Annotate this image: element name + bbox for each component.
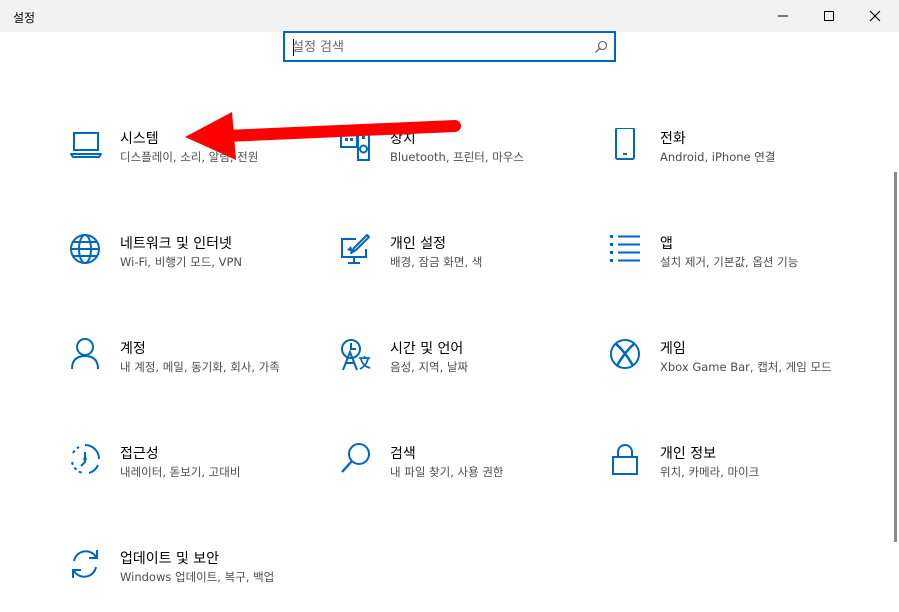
minimize-icon [778,15,788,17]
globe-icon [70,234,100,264]
sync-icon [72,550,98,578]
category-description: Xbox Game Bar, 캡처, 게임 모드 [660,360,832,374]
category-accounts[interactable]: 계정 내 계정, 메일, 동기화, 회사, 가족 [70,338,310,400]
lock-icon [612,444,638,475]
category-description: 내레이터, 돋보기, 고대비 [120,465,241,479]
category-description: 설치 제거, 기본값, 옵션 기능 [660,255,799,269]
xbox-icon [610,339,640,369]
category-apps[interactable]: 앱 설치 제거, 기본값, 옵션 기능 [610,233,850,295]
person-icon [71,338,99,370]
category-description: Bluetooth, 프린터, 마우스 [390,150,524,164]
search-icon[interactable] [594,40,608,54]
category-name: 장치 [390,131,416,147]
category-privacy[interactable]: 개인 정보 위치, 카메라, 마이크 [610,443,850,505]
category-gaming[interactable]: 게임 Xbox Game Bar, 캡처, 게임 모드 [610,338,850,400]
search-box[interactable] [283,31,616,62]
maximize-button[interactable] [806,0,852,32]
apps-list-icon [610,235,640,262]
category-name: 개인 설정 [390,236,446,252]
category-search[interactable]: 검색 내 파일 찾기, 사용 권한 [340,443,580,505]
accessibility-icon [71,444,100,474]
maximize-icon [824,11,834,21]
category-name: 시간 및 언어 [390,341,464,357]
category-description: Wi-Fi, 비행기 모드, VPN [120,255,243,269]
category-name: 시스템 [120,131,159,147]
title-bar: 설정 [0,0,899,32]
category-system[interactable]: 시스템 디스플레이, 소리, 알림, 전원 [70,128,310,190]
category-network[interactable]: 네트워크 및 인터넷 Wi-Fi, 비행기 모드, VPN [70,233,310,295]
category-name: 계정 [120,341,146,357]
window-title: 설정 [13,11,36,25]
category-name: 네트워크 및 인터넷 [120,236,232,252]
category-accessibility[interactable]: 접근성 내레이터, 돋보기, 고대비 [70,443,310,505]
category-description: 내 파일 찾기, 사용 권한 [390,465,504,479]
magnifier-icon [341,443,370,473]
personalization-icon [341,234,370,264]
category-name: 업데이트 및 보안 [120,551,220,567]
category-description: 내 계정, 메일, 동기화, 회사, 가족 [120,360,280,374]
category-personalization[interactable]: 개인 설정 배경, 잠금 화면, 색 [340,233,580,295]
annotation-arrow [185,112,461,160]
scrollbar[interactable] [894,172,897,542]
phone-icon [615,128,635,160]
category-name: 게임 [660,341,686,357]
category-description: 디스플레이, 소리, 알림, 전원 [120,150,259,164]
category-phone[interactable]: 전화 Android, iPhone 연결 [610,128,850,190]
category-description: Windows 업데이트, 복구, 백업 [120,570,275,584]
category-name: 검색 [390,446,416,462]
category-description: 배경, 잠금 화면, 색 [390,255,483,269]
category-description: 위치, 카메라, 마이크 [660,465,760,479]
devices-icon [340,131,370,161]
category-time-language[interactable]: 시간 및 언어 음성, 지역, 날짜 [340,338,580,400]
category-description: 음성, 지역, 날짜 [390,360,469,374]
category-name: 앱 [660,236,673,252]
category-description: Android, iPhone 연결 [660,150,776,164]
category-name: 접근성 [120,446,159,462]
category-name: 전화 [660,131,686,147]
category-name: 개인 정보 [660,446,716,462]
laptop-icon [70,132,102,158]
close-button[interactable] [852,0,898,32]
search-input[interactable] [292,38,582,56]
time-language-icon [341,339,371,371]
category-devices[interactable]: 장치 Bluetooth, 프린터, 마우스 [340,128,580,190]
category-update-security[interactable]: 업데이트 및 보안 Windows 업데이트, 복구, 백업 [70,548,310,610]
close-icon [869,10,881,22]
minimize-button[interactable] [760,0,806,32]
